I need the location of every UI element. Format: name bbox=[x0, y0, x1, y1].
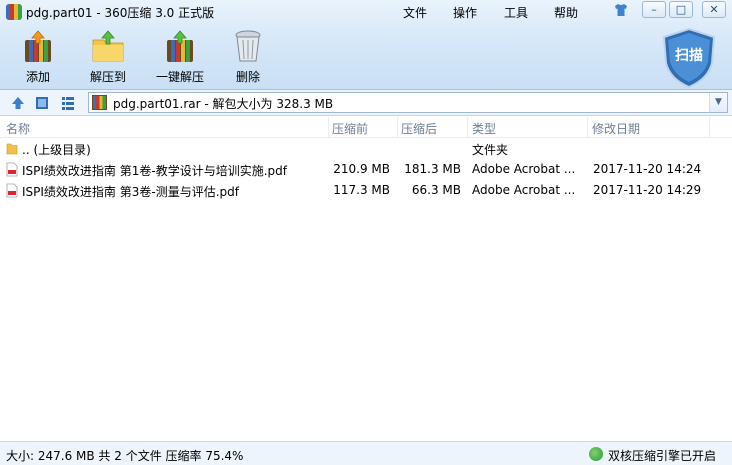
one-click-extract-label: 一键解压 bbox=[155, 70, 204, 84]
engine-status[interactable]: 双核压缩引擎已开启 bbox=[608, 447, 716, 464]
list-item[interactable]: ISPI绩效改进指南 第1卷-教学设计与培训实施.pdf 210.9 MB 18… bbox=[0, 159, 732, 180]
status-summary: 大小: 247.6 MB 共 2 个文件 压缩率 75.4% bbox=[6, 449, 244, 463]
delete-trash-icon bbox=[235, 30, 261, 62]
menu-tools[interactable]: 工具 bbox=[504, 4, 528, 21]
column-divider[interactable] bbox=[587, 117, 588, 138]
file-name: .. (上级目录) bbox=[22, 143, 91, 157]
column-compressed-size-header[interactable]: 压缩后 bbox=[401, 120, 437, 136]
pdf-icon bbox=[6, 183, 18, 198]
address-dropdown-button[interactable]: ▼ bbox=[709, 93, 727, 112]
column-divider[interactable] bbox=[709, 117, 710, 138]
address-row: pdg.part01.rar - 解包大小为 328.3 MB ▼ bbox=[0, 90, 732, 116]
pdf-icon bbox=[6, 162, 18, 177]
column-divider[interactable] bbox=[467, 117, 468, 138]
original-size: 117.3 MB bbox=[333, 183, 390, 197]
title-bar: pdg.part01 - 360压缩 3.0 正式版 文件 操作 工具 帮助 –… bbox=[0, 0, 732, 24]
extract-to-icon bbox=[92, 30, 124, 62]
file-type: Adobe Acrobat ... bbox=[472, 162, 576, 176]
list-item[interactable]: ISPI绩效改进指南 第3卷-测量与评估.pdf 117.3 MB 66.3 M… bbox=[0, 180, 732, 201]
add-archive-icon bbox=[25, 30, 51, 62]
menu-file[interactable]: 文件 bbox=[403, 4, 427, 21]
delete-label: 删除 bbox=[235, 70, 260, 84]
top-chrome: pdg.part01 - 360压缩 3.0 正式版 文件 操作 工具 帮助 –… bbox=[0, 0, 732, 90]
delete-button[interactable]: 删除 bbox=[212, 28, 284, 86]
modified-date: 2017-11-20 14:29 bbox=[593, 183, 702, 197]
window-title: pdg.part01 - 360压缩 3.0 正式版 bbox=[26, 6, 215, 20]
column-original-size-header[interactable]: 压缩前 bbox=[332, 120, 368, 136]
folder-icon bbox=[6, 143, 18, 155]
minimize-button[interactable]: – bbox=[642, 1, 666, 18]
modified-date: 2017-11-20 14:24 bbox=[593, 162, 702, 176]
address-bar[interactable]: pdg.part01.rar - 解包大小为 328.3 MB ▼ bbox=[88, 92, 728, 113]
extract-to-label: 解压到 bbox=[89, 70, 126, 84]
column-name-header[interactable]: 名称 bbox=[6, 120, 30, 136]
menu-help[interactable]: 帮助 bbox=[554, 4, 578, 21]
original-size: 210.9 MB bbox=[333, 162, 390, 176]
column-divider[interactable] bbox=[397, 117, 398, 138]
compressed-size: 66.3 MB bbox=[411, 183, 461, 197]
list-item[interactable]: .. (上级目录) 文件夹 bbox=[0, 138, 732, 159]
add-button-label: 添加 bbox=[25, 70, 50, 84]
file-type: 文件夹 bbox=[472, 143, 509, 157]
app-logo-icon bbox=[6, 4, 22, 20]
extract-to-button[interactable]: 解压到 bbox=[72, 28, 144, 86]
scan-button[interactable]: 扫描 bbox=[660, 27, 718, 89]
skin-shirt-icon[interactable] bbox=[614, 3, 628, 17]
address-path: pdg.part01.rar - 解包大小为 328.3 MB bbox=[113, 97, 334, 111]
column-modified-header[interactable]: 修改日期 bbox=[592, 120, 640, 136]
one-click-extract-button[interactable]: 一键解压 bbox=[144, 28, 216, 86]
column-type-header[interactable]: 类型 bbox=[472, 120, 496, 136]
file-name: ISPI绩效改进指南 第1卷-教学设计与培训实施.pdf bbox=[22, 164, 287, 178]
compressed-size: 181.3 MB bbox=[404, 162, 461, 176]
one-click-extract-icon bbox=[167, 30, 193, 62]
maximize-button[interactable]: □ bbox=[669, 1, 693, 18]
dual-core-engine-icon bbox=[589, 447, 603, 461]
menu-operation[interactable]: 操作 bbox=[453, 4, 477, 21]
list-view-icon[interactable] bbox=[60, 95, 76, 111]
large-icon-view-icon[interactable] bbox=[34, 95, 50, 111]
up-arrow-icon[interactable] bbox=[10, 95, 26, 111]
list-header: 名称 压缩前 压缩后 类型 修改日期 bbox=[0, 117, 732, 138]
file-name: ISPI绩效改进指南 第3卷-测量与评估.pdf bbox=[22, 185, 239, 199]
close-button[interactable]: ✕ bbox=[702, 1, 726, 18]
file-type: Adobe Acrobat ... bbox=[472, 183, 576, 197]
column-divider[interactable] bbox=[328, 117, 329, 138]
rar-file-icon bbox=[92, 95, 107, 110]
status-bar: 大小: 247.6 MB 共 2 个文件 压缩率 75.4% 双核压缩引擎已开启 bbox=[0, 441, 732, 465]
scan-label: 扫描 bbox=[675, 48, 703, 64]
add-button[interactable]: 添加 bbox=[2, 28, 74, 86]
